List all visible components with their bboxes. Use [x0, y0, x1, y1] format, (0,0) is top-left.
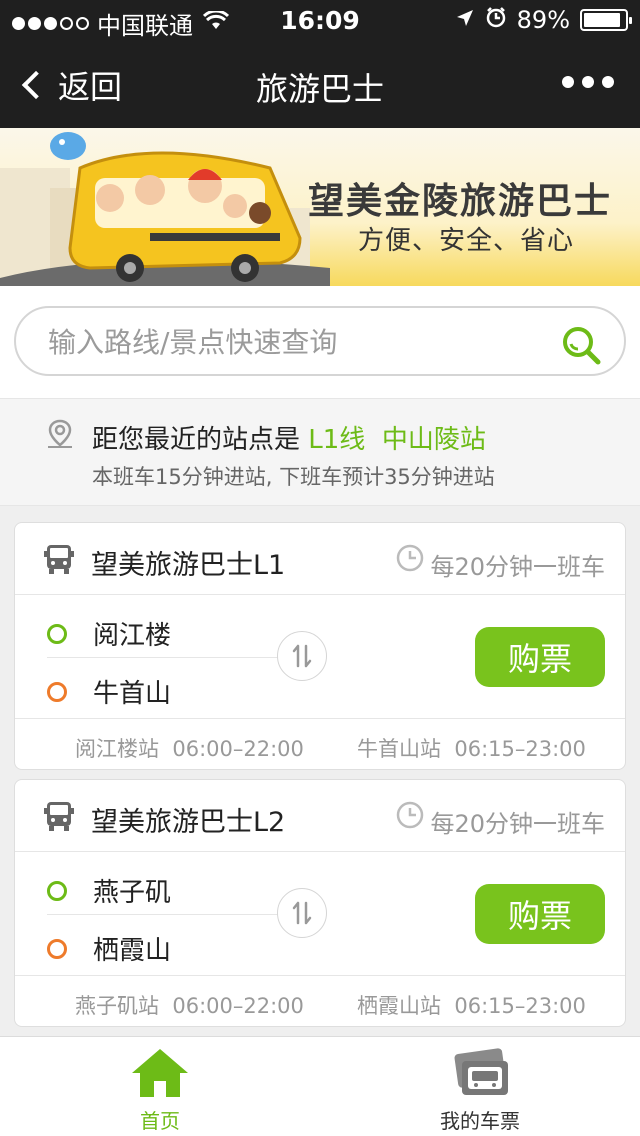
- top-bar: 中国联通 16:09 89% 返回 旅游巴士: [0, 0, 640, 128]
- banner-subtitle: 方便、安全、省心: [357, 226, 574, 256]
- page-title: 旅游巴士: [255, 70, 384, 108]
- nearby-eta: 本班车15分钟进站, 下班车预计35分钟进站: [92, 465, 495, 489]
- banner-title: 望美金陵旅游巴士: [307, 181, 612, 222]
- swap-direction-button[interactable]: [277, 888, 327, 938]
- swap-arrows-icon: [292, 901, 312, 925]
- tab-home-label: 首页: [140, 1109, 180, 1133]
- swap-arrows-icon: [292, 644, 312, 668]
- location-pin-icon: [46, 419, 74, 453]
- route-frequency: 每20分钟一班车: [430, 553, 605, 581]
- battery-icon: [580, 9, 632, 31]
- to-stop: 栖霞山: [47, 930, 171, 967]
- clock-icon: [395, 800, 425, 834]
- search-icon[interactable]: [560, 324, 602, 370]
- alarm-icon: [485, 6, 507, 34]
- to-schedule: 牛首山站 06:15–23:00: [357, 737, 586, 761]
- route-header: 望美旅游巴士L1 每20分钟一班车: [15, 523, 625, 595]
- battery-percent: 89%: [516, 6, 570, 34]
- end-circle-icon: [47, 681, 67, 702]
- route-stops: 燕子矶 栖霞山 购票: [15, 852, 625, 976]
- location-arrow-icon: [455, 6, 475, 34]
- more-button[interactable]: [562, 76, 614, 88]
- bus-icon: [43, 543, 75, 579]
- start-circle-icon: [47, 880, 67, 901]
- start-circle-icon: [47, 623, 67, 644]
- status-bar: 中国联通 16:09 89%: [0, 0, 640, 40]
- end-circle-icon: [47, 938, 67, 959]
- to-schedule: 栖霞山站 06:15–23:00: [357, 994, 586, 1018]
- nearby-line[interactable]: L1线: [308, 425, 365, 455]
- search-box: [14, 306, 626, 376]
- tab-my-tickets[interactable]: 我的车票: [320, 1037, 640, 1136]
- buy-ticket-button[interactable]: 购票: [475, 627, 605, 687]
- from-stop-name: 阅江楼: [93, 621, 172, 651]
- from-schedule: 燕子矶站 06:00–22:00: [75, 994, 304, 1018]
- to-stop-name: 栖霞山: [93, 936, 172, 966]
- search-input[interactable]: [48, 320, 548, 364]
- promo-banner: 望美金陵旅游巴士 方便、安全、省心: [0, 128, 640, 286]
- from-stop: 阅江楼: [47, 615, 171, 652]
- ticket-icon: [320, 1047, 640, 1099]
- bottom-tab-bar: 首页 我的车票: [0, 1036, 640, 1136]
- home-icon: [0, 1047, 320, 1099]
- nav-bar: 返回 旅游巴士: [0, 40, 640, 128]
- route-frequency: 每20分钟一班车: [430, 810, 605, 838]
- route-schedule: 燕子矶站 06:00–22:00 栖霞山站 06:15–23:00: [15, 976, 625, 1028]
- tab-my-tickets-label: 我的车票: [440, 1109, 520, 1133]
- route-name: 望美旅游巴士L1: [91, 550, 286, 581]
- tab-home[interactable]: 首页: [0, 1037, 320, 1136]
- route-schedule: 阅江楼站 06:00–22:00 牛首山站 06:15–23:00: [15, 719, 625, 771]
- route-stops: 阅江楼 牛首山 购票: [15, 595, 625, 719]
- nearby-prefix: 距您最近的站点是: [92, 425, 309, 455]
- to-stop: 牛首山: [47, 673, 171, 710]
- route-card[interactable]: 望美旅游巴士L2 每20分钟一班车 燕子矶 栖霞山 购票 燕子矶站 06:00–…: [14, 779, 626, 1027]
- from-stop-name: 燕子矶: [93, 878, 172, 908]
- route-name: 望美旅游巴士L2: [91, 807, 286, 838]
- clock-icon: [395, 543, 425, 577]
- status-right: 89%: [455, 6, 632, 34]
- route-header: 望美旅游巴士L2 每20分钟一班车: [15, 780, 625, 852]
- nearby-station: 距您最近的站点是 L1线 中山陵站 本班车15分钟进站, 下班车预计35分钟进站: [0, 398, 640, 506]
- swap-direction-button[interactable]: [277, 631, 327, 681]
- nearby-station-name[interactable]: 中山陵站: [382, 425, 486, 455]
- route-card[interactable]: 望美旅游巴士L1 每20分钟一班车 阅江楼 牛首山 购票 阅江楼站 06:00–…: [14, 522, 626, 770]
- buy-ticket-button[interactable]: 购票: [475, 884, 605, 944]
- from-schedule: 阅江楼站 06:00–22:00: [75, 737, 304, 761]
- bus-icon: [43, 800, 75, 836]
- to-stop-name: 牛首山: [93, 679, 172, 709]
- bus-illustration: [0, 132, 330, 286]
- from-stop: 燕子矶: [47, 872, 171, 909]
- search-section: [0, 286, 640, 398]
- nearby-text: 距您最近的站点是 L1线 中山陵站: [92, 419, 486, 456]
